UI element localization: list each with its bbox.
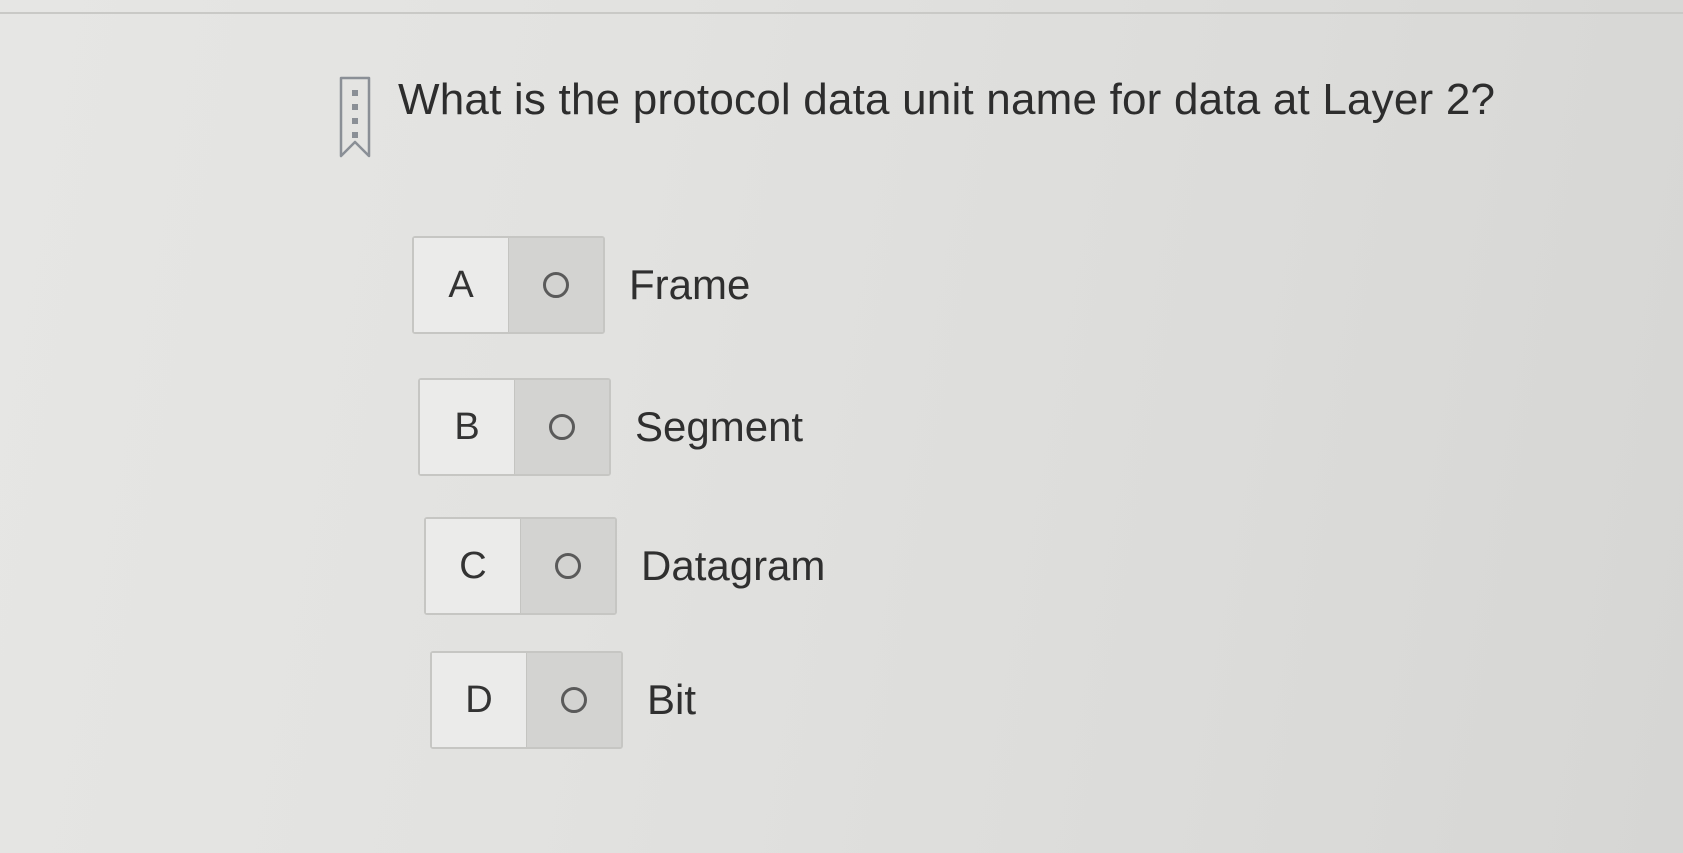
radio-button[interactable]	[555, 553, 581, 579]
radio-button[interactable]	[543, 272, 569, 298]
option-letter: C	[426, 519, 520, 613]
option-c[interactable]: C Datagram	[424, 517, 825, 615]
option-label: Segment	[635, 403, 804, 450]
option-letter: D	[432, 653, 526, 747]
option-letter: A	[414, 238, 508, 332]
option-a[interactable]: A Frame	[412, 236, 750, 334]
radio-cell[interactable]	[514, 380, 609, 474]
option-label: Datagram	[641, 542, 826, 589]
choice-box[interactable]: B	[418, 378, 611, 476]
choice-box[interactable]: C	[424, 517, 617, 615]
choice-box[interactable]: A	[412, 236, 605, 334]
option-letter: B	[420, 380, 514, 474]
option-label: Bit	[647, 676, 697, 723]
radio-cell[interactable]	[526, 653, 621, 747]
radio-cell[interactable]	[520, 519, 615, 613]
radio-button[interactable]	[561, 687, 587, 713]
choice-box[interactable]: D	[430, 651, 623, 749]
option-d[interactable]: D Bit	[430, 651, 696, 749]
radio-button[interactable]	[549, 414, 575, 440]
option-b[interactable]: B Segment	[418, 378, 803, 476]
answer-options: A Frame B Segment C Datagram D Bit	[0, 0, 1683, 853]
radio-cell[interactable]	[508, 238, 603, 332]
option-label: Frame	[629, 261, 751, 308]
